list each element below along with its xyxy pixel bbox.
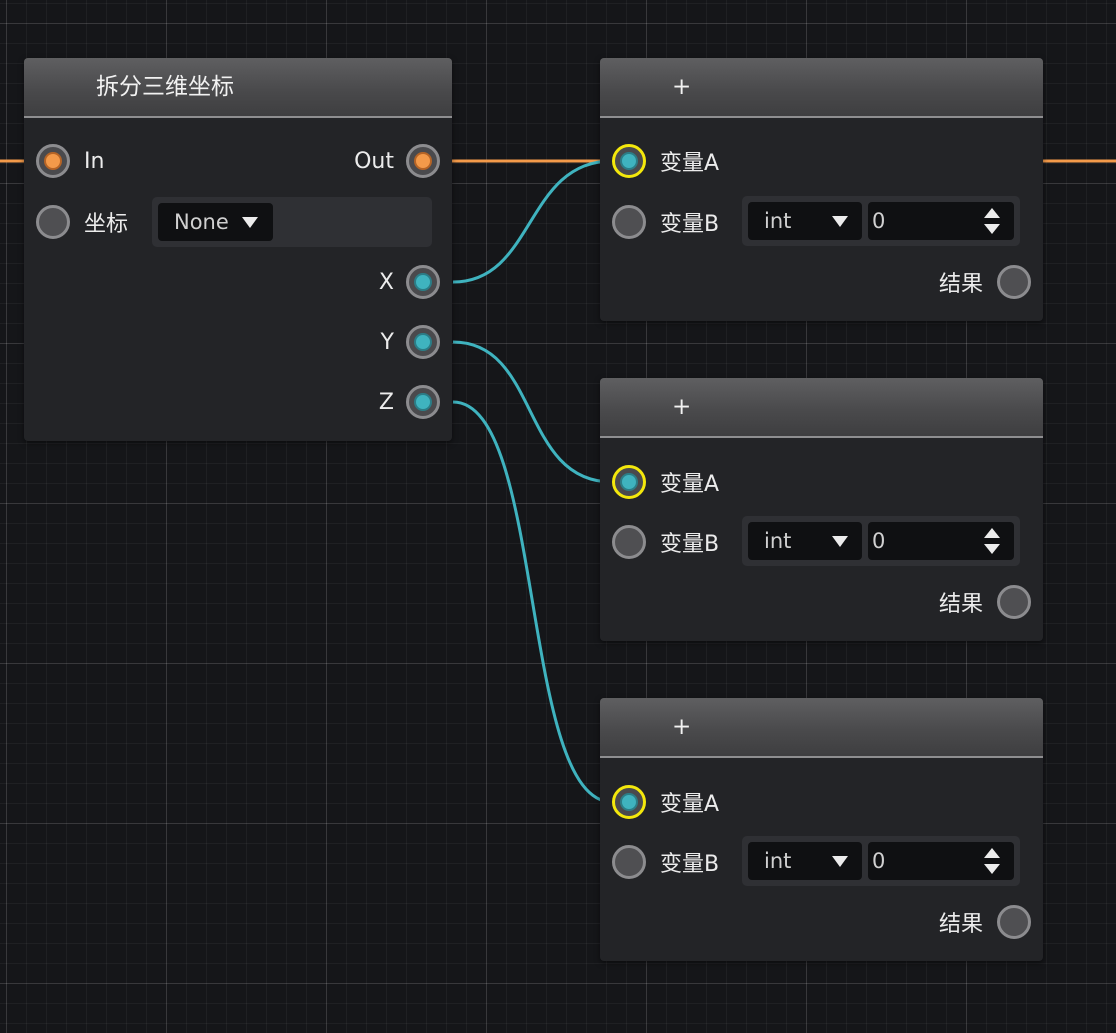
input-b-pin[interactable] [612,205,646,239]
exec-out-pin[interactable] [406,144,440,178]
result-row: 结果 [939,902,1031,942]
exec-in-pin[interactable] [36,144,70,178]
result-pin[interactable] [997,265,1031,299]
node-header[interactable]: 拆分三维坐标 [24,58,452,118]
input-b-row: 变量B [612,522,719,562]
node-title: + [672,714,692,740]
input-a-row: 变量A [612,462,719,502]
result-row: 结果 [939,262,1031,302]
data-pin-dot [414,333,432,351]
chevron-down-icon [832,216,848,227]
input-b-label: 变量B [660,852,720,877]
chevron-down-icon [832,856,848,867]
number-spinbox-value: 0 [872,849,886,873]
output-z-pin[interactable] [406,385,440,419]
add-node-2[interactable]: + 变量A 变量B int 0 结果 [600,378,1043,641]
result-label: 结果 [938,912,983,937]
type-dropdown-value: int [764,849,792,873]
spin-down-icon[interactable] [984,224,1000,234]
exec-in-row: In [36,141,104,181]
input-b-label: 变量B [660,212,720,237]
type-dropdown-value: int [764,529,792,553]
node-header[interactable]: + [600,698,1043,758]
input-a-label: 变量A [660,151,720,176]
input-a-pin[interactable] [612,144,646,178]
coord-label: 坐标 [84,212,129,237]
input-a-row: 变量A [612,141,719,181]
coord-input-row: 坐标 [36,202,128,242]
data-pin-dot [620,793,638,811]
output-z-row: Z [379,382,440,422]
exec-out-row: Out [354,141,440,181]
number-spinbox[interactable]: 0 [868,522,1014,560]
data-pin-dot [414,273,432,291]
result-row: 结果 [939,582,1031,622]
spin-up-icon[interactable] [984,208,1000,218]
data-wire-z-to-a [452,400,613,804]
output-y-row: Y [381,322,440,362]
number-spinbox[interactable]: 0 [868,202,1014,240]
input-b-pin[interactable] [612,525,646,559]
add-node-3[interactable]: + 变量A 变量B int 0 结果 [600,698,1043,961]
node-graph-canvas[interactable]: 拆分三维坐标 In Out 坐标 None X Y Z + 变量A 变量B in… [0,0,1116,1033]
input-b-pin[interactable] [612,845,646,879]
node-title: + [672,394,692,420]
input-a-pin[interactable] [612,465,646,499]
number-spinbox-value: 0 [872,209,886,233]
exec-out-label: Out [354,148,394,174]
type-dropdown[interactable]: int [748,842,862,880]
output-y-label: Y [380,329,394,355]
coord-dropdown[interactable]: None [158,203,273,241]
result-pin[interactable] [997,585,1031,619]
coord-input-pin[interactable] [36,205,70,239]
number-spinbox[interactable]: 0 [868,842,1014,880]
data-pin-dot [414,393,432,411]
input-a-label: 变量A [660,792,720,817]
output-x-row: X [379,262,440,302]
add-node-1[interactable]: + 变量A 变量B int 0 结果 [600,58,1043,321]
data-pin-dot [620,473,638,491]
result-label: 结果 [938,592,983,617]
input-b-row: 变量B [612,202,719,242]
node-title: + [672,74,692,100]
exec-pin-dot [414,152,432,170]
type-dropdown[interactable]: int [748,522,862,560]
exec-in-label: In [84,148,105,174]
spin-up-icon[interactable] [984,528,1000,538]
output-x-label: X [378,269,394,295]
output-y-pin[interactable] [406,325,440,359]
type-dropdown[interactable]: int [748,202,862,240]
chevron-down-icon [242,217,258,228]
node-header[interactable]: + [600,58,1043,118]
output-x-pin[interactable] [406,265,440,299]
output-z-label: Z [378,389,394,415]
exec-pin-dot [44,152,62,170]
type-dropdown-value: int [764,209,792,233]
coord-dropdown-value: None [174,210,229,234]
spin-down-icon[interactable] [984,864,1000,874]
spin-down-icon[interactable] [984,544,1000,554]
data-wire-x-to-a [452,159,613,284]
input-a-label: 变量A [660,472,720,497]
node-header[interactable]: + [600,378,1043,438]
number-spinbox-value: 0 [872,529,886,553]
split-vector3-node[interactable]: 拆分三维坐标 In Out 坐标 None X Y Z [24,58,452,441]
chevron-down-icon [832,536,848,547]
input-b-label: 变量B [660,532,720,557]
node-title: 拆分三维坐标 [96,74,234,100]
input-a-pin[interactable] [612,785,646,819]
spin-up-icon[interactable] [984,848,1000,858]
input-a-row: 变量A [612,782,719,822]
input-b-row: 变量B [612,842,719,882]
data-wire-y-to-a [452,340,613,484]
result-label: 结果 [938,272,983,297]
result-pin[interactable] [997,905,1031,939]
data-pin-dot [620,152,638,170]
